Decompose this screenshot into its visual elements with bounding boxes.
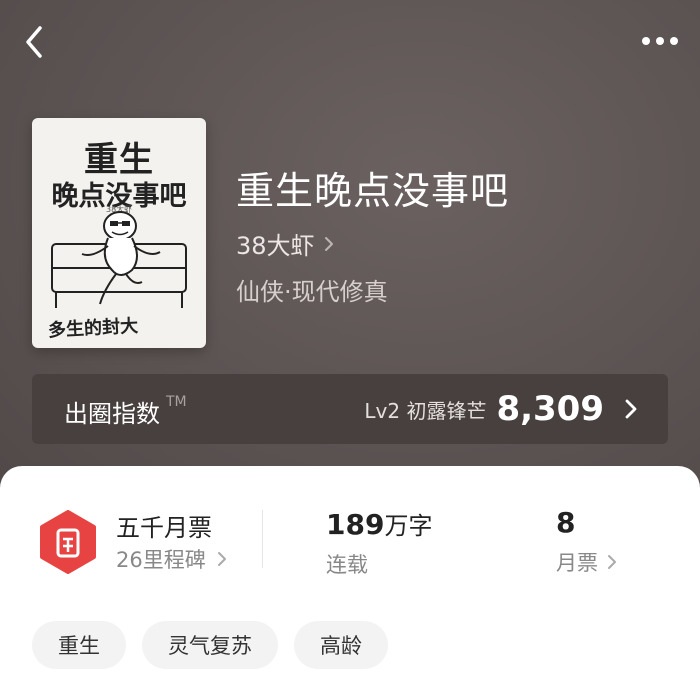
trademark-mark: TM [166,394,187,410]
word-count-unit: 万字 [384,512,433,540]
book-stats-card: 五千月票 26里程碑 189万字 连载 8 月票 重生 灵气复苏 高龄 [0,466,700,686]
cover-signature: 多生的封大 [47,315,139,342]
top-bar [0,0,700,80]
serial-status: 连载 [326,553,368,577]
tag-chip[interactable]: 重生 [32,621,126,669]
index-value: 8,309 [496,389,604,429]
tag-list: 重生 灵气复苏 高龄 [32,621,404,669]
author-link[interactable]: 38大虾 [236,226,335,261]
milestone-subtitle: 26里程碑 [116,548,206,572]
chevron-right-icon [625,399,637,419]
monthly-votes-number: 8 [556,506,576,539]
index-label-wrap: 出圈指数 TM [64,394,187,429]
index-summary: Lv2 初露锋芒 8,309 [364,386,638,432]
tag-chip[interactable]: 灵气复苏 [142,621,278,669]
chevron-right-icon [217,552,226,566]
ticket-badge-icon [40,510,96,574]
popularity-index-bar[interactable]: 出圈指数 TM Lv2 初露锋芒 8,309 [32,374,668,444]
author-name: 38大虾 [236,232,315,260]
back-button[interactable] [18,22,52,62]
index-level: Lv2 初露锋芒 [364,398,487,423]
milestone-title: 五千月票 [116,514,212,542]
more-dots-icon [642,37,678,45]
book-title: 重生晚点没事吧 [236,169,510,213]
monthly-votes-stat[interactable]: 8 月票 [556,506,620,577]
milestone-item[interactable]: 五千月票 26里程碑 [36,506,266,576]
chevron-right-icon [324,236,333,251]
monthly-votes-label: 月票 [556,551,598,575]
book-cover[interactable]: 重生 晚点没事吧 38大虾 多生的封大 [32,118,206,348]
milestone-subtitle-row: 26里程碑 [116,544,230,574]
chevron-left-icon [26,26,42,58]
monthly-votes-label-row: 月票 [556,547,620,577]
divider [262,510,263,568]
book-genre: 仙侠·现代修真 [236,278,388,306]
word-count-number: 189 [326,508,385,541]
word-count-stat: 189万字 连载 [326,506,432,579]
chevron-right-icon [608,555,616,569]
cover-illustration: 38大虾 [51,204,187,308]
more-button[interactable] [638,24,682,58]
tag-chip[interactable]: 高龄 [294,621,388,669]
index-label: 出圈指数 [64,400,160,428]
